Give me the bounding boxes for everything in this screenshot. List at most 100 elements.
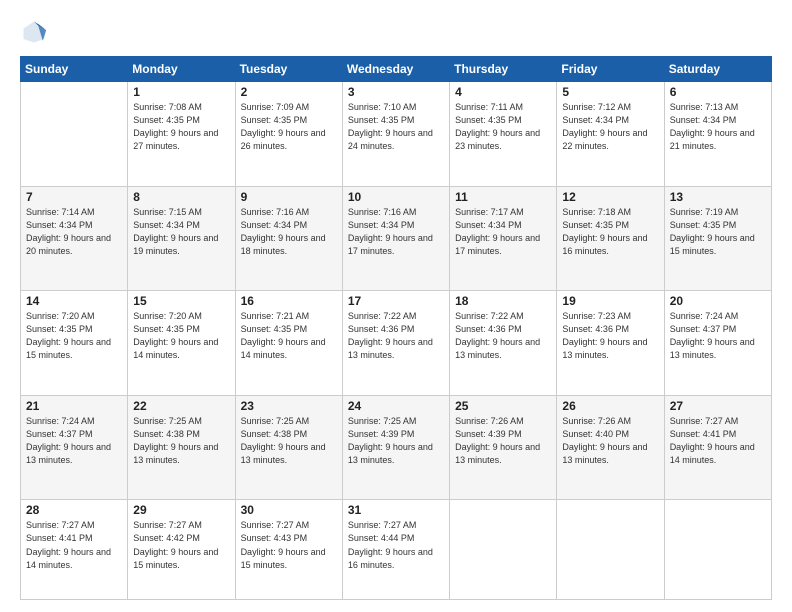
day-number: 13 xyxy=(670,190,766,204)
day-number: 31 xyxy=(348,503,444,517)
day-info: Sunrise: 7:09 AMSunset: 4:35 PMDaylight:… xyxy=(241,102,326,151)
day-info: Sunrise: 7:24 AMSunset: 4:37 PMDaylight:… xyxy=(26,416,111,465)
table-row: 12 Sunrise: 7:18 AMSunset: 4:35 PMDaylig… xyxy=(557,186,664,291)
table-row: 5 Sunrise: 7:12 AMSunset: 4:34 PMDayligh… xyxy=(557,82,664,187)
table-row: 28 Sunrise: 7:27 AMSunset: 4:41 PMDaylig… xyxy=(21,500,128,600)
table-row: 24 Sunrise: 7:25 AMSunset: 4:39 PMDaylig… xyxy=(342,395,449,500)
day-number: 11 xyxy=(455,190,551,204)
day-info: Sunrise: 7:25 AMSunset: 4:38 PMDaylight:… xyxy=(133,416,218,465)
calendar-week-row: 14 Sunrise: 7:20 AMSunset: 4:35 PMDaylig… xyxy=(21,291,772,396)
table-row: 11 Sunrise: 7:17 AMSunset: 4:34 PMDaylig… xyxy=(450,186,557,291)
day-number: 28 xyxy=(26,503,122,517)
day-number: 12 xyxy=(562,190,658,204)
table-row: 2 Sunrise: 7:09 AMSunset: 4:35 PMDayligh… xyxy=(235,82,342,187)
day-info: Sunrise: 7:22 AMSunset: 4:36 PMDaylight:… xyxy=(455,311,540,360)
day-number: 17 xyxy=(348,294,444,308)
table-row: 27 Sunrise: 7:27 AMSunset: 4:41 PMDaylig… xyxy=(664,395,771,500)
day-info: Sunrise: 7:11 AMSunset: 4:35 PMDaylight:… xyxy=(455,102,540,151)
header xyxy=(20,18,772,46)
day-number: 26 xyxy=(562,399,658,413)
day-number: 25 xyxy=(455,399,551,413)
day-info: Sunrise: 7:10 AMSunset: 4:35 PMDaylight:… xyxy=(348,102,433,151)
calendar-week-row: 21 Sunrise: 7:24 AMSunset: 4:37 PMDaylig… xyxy=(21,395,772,500)
day-info: Sunrise: 7:24 AMSunset: 4:37 PMDaylight:… xyxy=(670,311,755,360)
table-row xyxy=(664,500,771,600)
day-info: Sunrise: 7:25 AMSunset: 4:39 PMDaylight:… xyxy=(348,416,433,465)
day-number: 3 xyxy=(348,85,444,99)
day-info: Sunrise: 7:21 AMSunset: 4:35 PMDaylight:… xyxy=(241,311,326,360)
table-row xyxy=(21,82,128,187)
col-friday: Friday xyxy=(557,57,664,82)
day-number: 6 xyxy=(670,85,766,99)
day-info: Sunrise: 7:17 AMSunset: 4:34 PMDaylight:… xyxy=(455,207,540,256)
table-row: 30 Sunrise: 7:27 AMSunset: 4:43 PMDaylig… xyxy=(235,500,342,600)
day-number: 29 xyxy=(133,503,229,517)
day-info: Sunrise: 7:14 AMSunset: 4:34 PMDaylight:… xyxy=(26,207,111,256)
table-row: 13 Sunrise: 7:19 AMSunset: 4:35 PMDaylig… xyxy=(664,186,771,291)
table-row: 25 Sunrise: 7:26 AMSunset: 4:39 PMDaylig… xyxy=(450,395,557,500)
day-info: Sunrise: 7:08 AMSunset: 4:35 PMDaylight:… xyxy=(133,102,218,151)
day-number: 4 xyxy=(455,85,551,99)
day-info: Sunrise: 7:12 AMSunset: 4:34 PMDaylight:… xyxy=(562,102,647,151)
calendar-week-row: 1 Sunrise: 7:08 AMSunset: 4:35 PMDayligh… xyxy=(21,82,772,187)
day-number: 16 xyxy=(241,294,337,308)
table-row: 20 Sunrise: 7:24 AMSunset: 4:37 PMDaylig… xyxy=(664,291,771,396)
day-number: 20 xyxy=(670,294,766,308)
day-number: 2 xyxy=(241,85,337,99)
day-number: 22 xyxy=(133,399,229,413)
day-info: Sunrise: 7:16 AMSunset: 4:34 PMDaylight:… xyxy=(241,207,326,256)
day-number: 18 xyxy=(455,294,551,308)
day-info: Sunrise: 7:23 AMSunset: 4:36 PMDaylight:… xyxy=(562,311,647,360)
day-info: Sunrise: 7:27 AMSunset: 4:44 PMDaylight:… xyxy=(348,520,433,569)
table-row xyxy=(557,500,664,600)
day-info: Sunrise: 7:16 AMSunset: 4:34 PMDaylight:… xyxy=(348,207,433,256)
day-info: Sunrise: 7:26 AMSunset: 4:40 PMDaylight:… xyxy=(562,416,647,465)
calendar-week-row: 7 Sunrise: 7:14 AMSunset: 4:34 PMDayligh… xyxy=(21,186,772,291)
logo xyxy=(20,18,52,46)
calendar-page: Sunday Monday Tuesday Wednesday Thursday… xyxy=(0,0,792,612)
day-info: Sunrise: 7:15 AMSunset: 4:34 PMDaylight:… xyxy=(133,207,218,256)
header-row: Sunday Monday Tuesday Wednesday Thursday… xyxy=(21,57,772,82)
day-number: 19 xyxy=(562,294,658,308)
table-row: 26 Sunrise: 7:26 AMSunset: 4:40 PMDaylig… xyxy=(557,395,664,500)
day-info: Sunrise: 7:25 AMSunset: 4:38 PMDaylight:… xyxy=(241,416,326,465)
day-number: 30 xyxy=(241,503,337,517)
table-row: 6 Sunrise: 7:13 AMSunset: 4:34 PMDayligh… xyxy=(664,82,771,187)
col-tuesday: Tuesday xyxy=(235,57,342,82)
table-row: 16 Sunrise: 7:21 AMSunset: 4:35 PMDaylig… xyxy=(235,291,342,396)
table-row: 22 Sunrise: 7:25 AMSunset: 4:38 PMDaylig… xyxy=(128,395,235,500)
day-number: 27 xyxy=(670,399,766,413)
table-row: 29 Sunrise: 7:27 AMSunset: 4:42 PMDaylig… xyxy=(128,500,235,600)
col-wednesday: Wednesday xyxy=(342,57,449,82)
table-row: 1 Sunrise: 7:08 AMSunset: 4:35 PMDayligh… xyxy=(128,82,235,187)
day-number: 9 xyxy=(241,190,337,204)
table-row: 31 Sunrise: 7:27 AMSunset: 4:44 PMDaylig… xyxy=(342,500,449,600)
day-info: Sunrise: 7:13 AMSunset: 4:34 PMDaylight:… xyxy=(670,102,755,151)
col-sunday: Sunday xyxy=(21,57,128,82)
table-row xyxy=(450,500,557,600)
day-number: 23 xyxy=(241,399,337,413)
day-number: 10 xyxy=(348,190,444,204)
day-number: 8 xyxy=(133,190,229,204)
day-info: Sunrise: 7:27 AMSunset: 4:42 PMDaylight:… xyxy=(133,520,218,569)
day-info: Sunrise: 7:26 AMSunset: 4:39 PMDaylight:… xyxy=(455,416,540,465)
day-number: 5 xyxy=(562,85,658,99)
day-number: 15 xyxy=(133,294,229,308)
day-number: 14 xyxy=(26,294,122,308)
col-saturday: Saturday xyxy=(664,57,771,82)
day-number: 21 xyxy=(26,399,122,413)
table-row: 10 Sunrise: 7:16 AMSunset: 4:34 PMDaylig… xyxy=(342,186,449,291)
day-info: Sunrise: 7:20 AMSunset: 4:35 PMDaylight:… xyxy=(133,311,218,360)
table-row: 3 Sunrise: 7:10 AMSunset: 4:35 PMDayligh… xyxy=(342,82,449,187)
table-row: 19 Sunrise: 7:23 AMSunset: 4:36 PMDaylig… xyxy=(557,291,664,396)
day-info: Sunrise: 7:27 AMSunset: 4:41 PMDaylight:… xyxy=(670,416,755,465)
table-row: 21 Sunrise: 7:24 AMSunset: 4:37 PMDaylig… xyxy=(21,395,128,500)
day-info: Sunrise: 7:19 AMSunset: 4:35 PMDaylight:… xyxy=(670,207,755,256)
day-number: 7 xyxy=(26,190,122,204)
col-thursday: Thursday xyxy=(450,57,557,82)
day-info: Sunrise: 7:22 AMSunset: 4:36 PMDaylight:… xyxy=(348,311,433,360)
table-row: 18 Sunrise: 7:22 AMSunset: 4:36 PMDaylig… xyxy=(450,291,557,396)
day-info: Sunrise: 7:18 AMSunset: 4:35 PMDaylight:… xyxy=(562,207,647,256)
day-number: 24 xyxy=(348,399,444,413)
table-row: 23 Sunrise: 7:25 AMSunset: 4:38 PMDaylig… xyxy=(235,395,342,500)
